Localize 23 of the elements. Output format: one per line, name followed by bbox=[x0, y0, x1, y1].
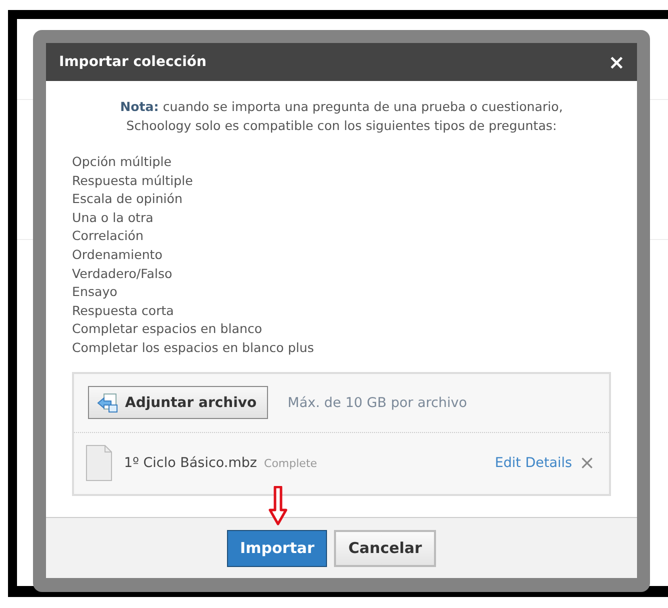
question-type: Correlación bbox=[72, 227, 144, 246]
question-type: Verdadero/Falso bbox=[72, 264, 174, 283]
question-type: Ordenamiento bbox=[72, 246, 164, 264]
file-name: 1º Ciclo Básico.mbz bbox=[124, 455, 258, 472]
close-button[interactable]: × bbox=[608, 52, 625, 72]
attach-file-button[interactable]: Adjuntar archivo bbox=[88, 386, 268, 420]
question-type: Ensayo bbox=[72, 283, 118, 302]
edit-details-link[interactable]: Edit Details bbox=[494, 455, 572, 472]
question-type: Escala de opinión bbox=[72, 190, 184, 208]
import-button[interactable]: Importar bbox=[227, 530, 328, 566]
upload-status: Complete bbox=[264, 456, 318, 470]
file-size-limit: Máx. de 10 GB por archivo bbox=[288, 394, 467, 411]
question-type: Completar espacios en blanco bbox=[72, 320, 264, 338]
attach-icon bbox=[97, 392, 119, 413]
note-text: Nota: cuando se importa una pregunta de una prueba o cuestionario, Schoology solo es compatible con los siguientes tipos de preguntas: bbox=[119, 98, 564, 135]
question-type: Una o la otra bbox=[72, 208, 154, 227]
dialog-title: Importar colección bbox=[59, 54, 206, 70]
cancel-button[interactable]: Cancelar bbox=[334, 530, 436, 566]
question-type: Respuesta corta bbox=[72, 302, 175, 320]
question-type: Completar los espacios en blanco plus bbox=[72, 338, 315, 357]
question-type: Opción múltiple bbox=[72, 153, 172, 171]
question-type: Respuesta múltiple bbox=[72, 172, 194, 190]
file-icon bbox=[86, 445, 112, 482]
